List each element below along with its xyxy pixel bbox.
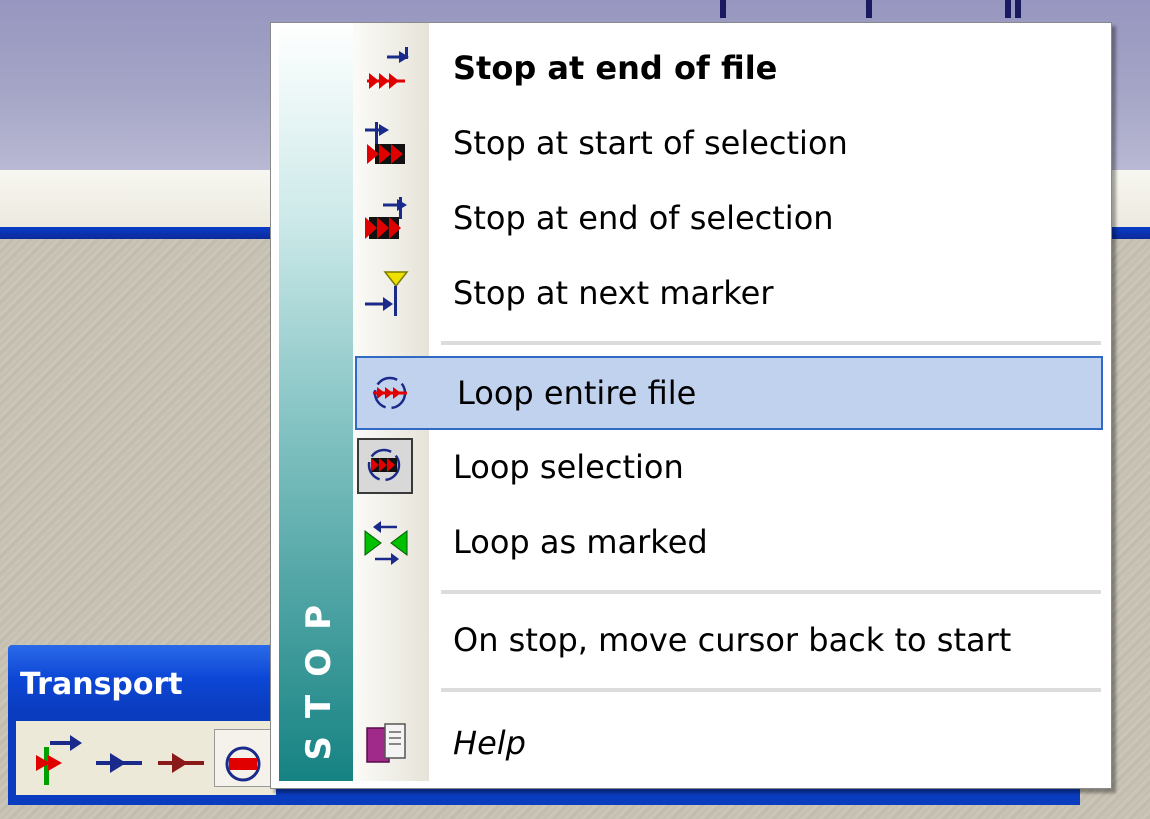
play-from-cursor-button[interactable]	[30, 729, 86, 785]
play-all-button[interactable]	[154, 729, 210, 785]
menu-sidebar: STOP	[279, 23, 353, 781]
stop-end-file-icon	[361, 43, 411, 93]
menu-item-label: Loop selection	[453, 448, 684, 486]
stop-start-selection-icon	[361, 118, 411, 168]
help-book-icon	[361, 718, 411, 768]
menu-item-loop-selection[interactable]: Loop selection	[353, 432, 1103, 502]
menu-separator	[441, 688, 1101, 692]
transport-buttons	[16, 721, 276, 795]
menu-item-label: Stop at next marker	[453, 274, 774, 312]
loop-selection-icon	[357, 438, 413, 494]
loop-button[interactable]	[214, 729, 272, 787]
menu-item-label: Stop at end of file	[453, 49, 778, 87]
transport-title: Transport	[20, 667, 183, 702]
menu-item-on-stop-move-cursor[interactable]: On stop, move cursor back to start	[353, 605, 1103, 675]
menu-item-stop-at-start-of-selection[interactable]: Stop at start of selection	[353, 108, 1103, 178]
menu-item-label: Loop as marked	[453, 523, 708, 561]
menu-sidebar-title: STOP	[299, 587, 339, 761]
loop-entire-file-icon	[365, 368, 415, 418]
menu-item-stop-at-end-of-selection[interactable]: Stop at end of selection	[353, 183, 1103, 253]
menu-item-label: Loop entire file	[457, 374, 697, 412]
stop-next-marker-icon	[361, 268, 411, 318]
ruler-ticks	[700, 0, 1060, 20]
menu-item-help[interactable]: Help	[353, 708, 1103, 778]
menu-item-loop-entire-file[interactable]: Loop entire file	[355, 356, 1103, 430]
play-arrow-icon	[96, 753, 142, 773]
menu-item-label: Help	[453, 724, 526, 762]
stop-end-selection-icon	[361, 193, 411, 243]
menu-separator	[441, 590, 1101, 594]
menu-item-label: Stop at end of selection	[453, 199, 834, 237]
menu-item-label: Stop at start of selection	[453, 124, 848, 162]
play-from-cursor-icon	[36, 735, 82, 785]
menu-separator	[441, 341, 1101, 345]
menu-item-stop-at-next-marker[interactable]: Stop at next marker	[353, 258, 1103, 328]
loop-as-marked-icon	[361, 517, 411, 567]
stop-options-menu: STOP Stop at end of file Stop at start o…	[270, 22, 1112, 789]
loop-toolbar-icon	[225, 746, 261, 782]
play-red-arrow-icon	[158, 753, 204, 773]
play-button[interactable]	[92, 729, 148, 785]
menu-item-stop-at-end-of-file[interactable]: Stop at end of file	[353, 33, 1103, 103]
menu-item-loop-as-marked[interactable]: Loop as marked	[353, 507, 1103, 577]
menu-item-label: On stop, move cursor back to start	[453, 621, 1012, 659]
